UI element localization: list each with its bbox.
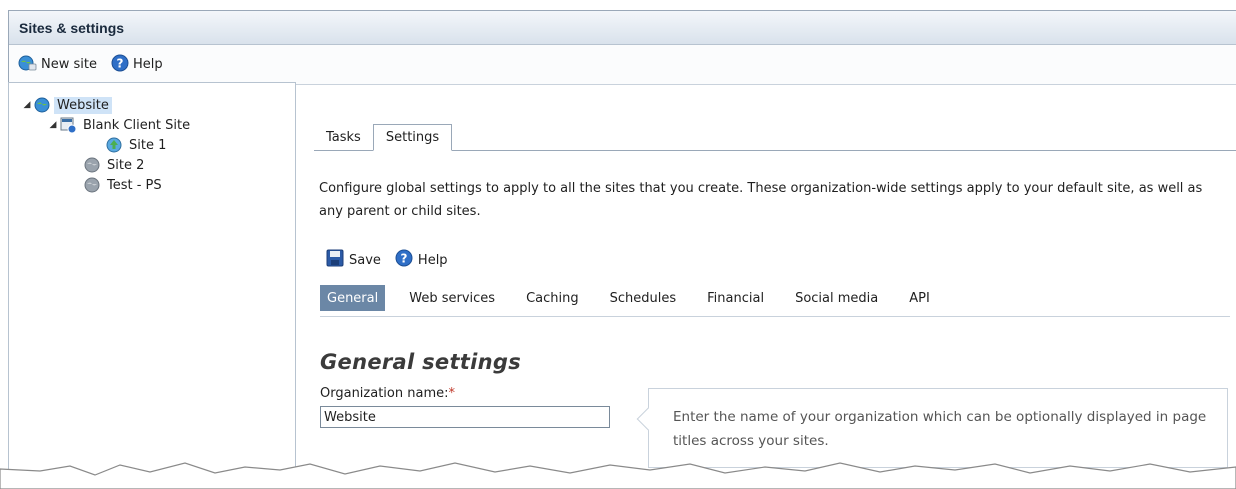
svg-text:?: ? (116, 56, 123, 70)
subtab-api[interactable]: API (902, 285, 937, 311)
tab-tasks[interactable]: Tasks (314, 124, 373, 150)
org-name-label: Organization name:* (320, 386, 455, 401)
expand-arrow-icon[interactable]: ◢ (21, 100, 33, 110)
title-bar: Sites & settings (9, 11, 1236, 45)
subtab-schedules[interactable]: Schedules (603, 285, 684, 311)
globe-add-icon (17, 54, 37, 76)
hint-notch (636, 407, 660, 431)
help-circle-icon: ? (111, 54, 129, 76)
required-mark: * (448, 386, 456, 401)
save-button[interactable]: Save (326, 249, 381, 271)
globe-up-icon (105, 136, 123, 154)
settings-subtabs: General Web services Caching Schedules F… (320, 285, 1230, 317)
tree-label-test-ps: Test - PS (107, 177, 162, 193)
svg-text:?: ? (400, 252, 407, 266)
tree-node-site-1[interactable]: Site 1 (9, 135, 295, 155)
subtab-web-services[interactable]: Web services (402, 285, 502, 311)
globe-gray-icon (83, 176, 101, 194)
main-tabs: Tasks Settings (314, 124, 1236, 151)
org-name-input[interactable] (320, 406, 610, 428)
subtab-financial[interactable]: Financial (700, 285, 771, 311)
settings-description: Configure global settings to apply to al… (319, 181, 1203, 219)
tree-node-test-ps[interactable]: Test - PS (9, 175, 295, 195)
new-site-button[interactable]: New site (17, 54, 97, 76)
site-page-icon (59, 116, 77, 134)
subtab-caching[interactable]: Caching (519, 285, 586, 311)
globe-gray-icon (83, 156, 101, 174)
org-name-hint: Enter the name of your organization whic… (636, 388, 1228, 468)
tree-node-website[interactable]: ◢ Website (9, 95, 295, 115)
new-site-label: New site (41, 57, 97, 72)
globe-icon (33, 96, 51, 114)
floppy-disk-icon (326, 249, 344, 271)
tree-node-blank-client-site[interactable]: ◢ Blank Client Site (9, 115, 295, 135)
window-title: Sites & settings (19, 19, 125, 36)
main-toolbar: New site ? Help (9, 45, 1236, 85)
help-label: Help (417, 252, 448, 268)
tree-node-site-2[interactable]: Site 2 (9, 155, 295, 175)
tab-settings[interactable]: Settings (372, 124, 453, 151)
org-name-hint-text: Enter the name of your organization whic… (673, 409, 1207, 449)
settings-actions: Save ? Help (326, 249, 462, 271)
subtab-social-media[interactable]: Social media (788, 285, 885, 311)
help-button[interactable]: ? Help (111, 54, 163, 76)
expand-arrow-icon[interactable]: ◢ (47, 120, 59, 130)
save-label: Save (349, 252, 381, 268)
tree-label-blank-client-site: Blank Client Site (83, 117, 191, 133)
subtab-general[interactable]: General (320, 285, 386, 311)
torn-edge (0, 462, 1236, 489)
org-name-label-text: Organization name: (320, 386, 449, 401)
help-button[interactable]: ? Help (395, 249, 448, 271)
help-label: Help (132, 57, 163, 72)
settings-content: Tasks Settings Configure global settings… (306, 82, 1236, 489)
help-circle-icon: ? (395, 249, 413, 271)
section-title: General settings (320, 350, 522, 374)
tree-label-website: Website (54, 96, 112, 114)
tree-label-site-1: Site 1 (129, 137, 167, 153)
tree-label-site-2: Site 2 (107, 157, 145, 173)
site-tree: ◢ Website ◢ Blank Client Site Site 1 Sit… (8, 82, 296, 489)
